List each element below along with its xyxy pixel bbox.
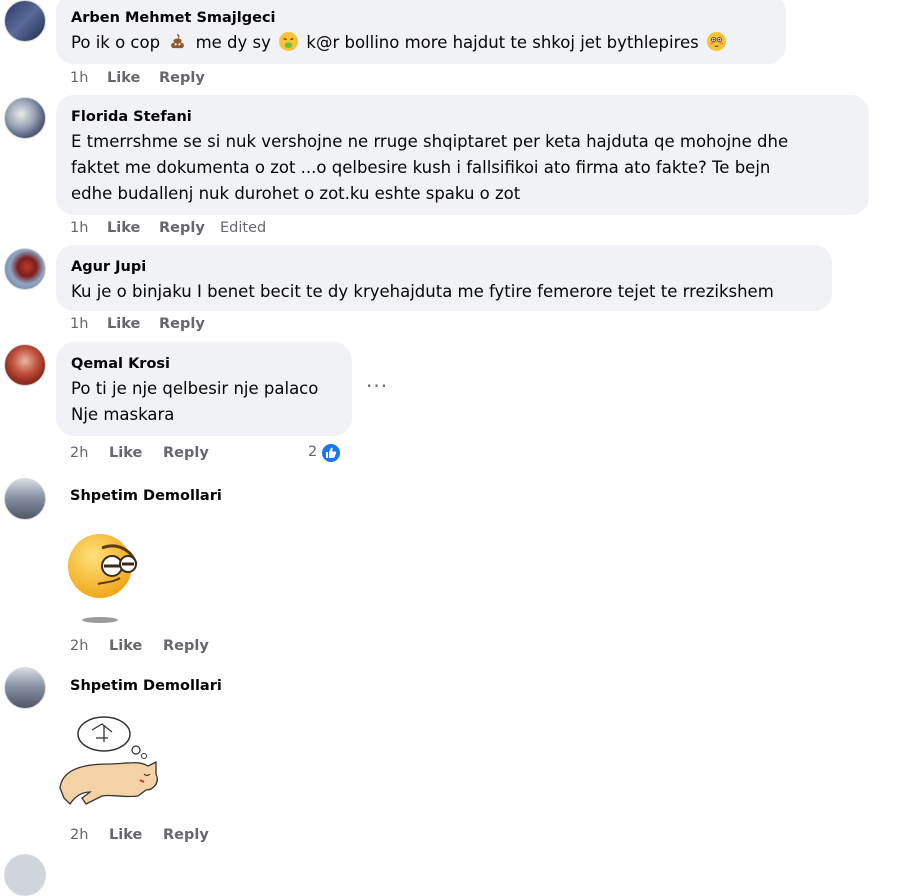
timestamp[interactable]: 1h	[70, 220, 88, 236]
timestamp[interactable]: 2h	[70, 638, 88, 654]
reply-button[interactable]: Reply	[159, 316, 205, 332]
comment-author[interactable]: Shpetim Demollari	[70, 487, 222, 506]
comment-text-line: E tmerrshme se si nuk vershojne ne rruge…	[71, 132, 789, 151]
reply-button[interactable]: Reply	[163, 638, 209, 654]
edited-label[interactable]: Edited	[220, 220, 266, 236]
comment-bubble: Florida Stefani E tmerrshme se si nuk ve…	[56, 95, 869, 215]
comment-text: Po ik o cop me dy sy k@r bollino more ha…	[71, 30, 774, 56]
like-button[interactable]: Like	[109, 827, 142, 843]
thumbs-up-icon	[320, 442, 342, 464]
avatar[interactable]	[4, 854, 46, 896]
like-button[interactable]: Like	[107, 316, 140, 332]
comment-text-line: faktet me dokumenta o zot ...o qelbesire…	[71, 158, 771, 177]
like-button[interactable]: Like	[107, 220, 140, 236]
timestamp[interactable]: 2h	[70, 445, 88, 461]
reply-button[interactable]: Reply	[159, 70, 205, 86]
like-button[interactable]: Like	[107, 70, 140, 86]
comment-text-line: Nje maskara	[71, 405, 175, 424]
avatar[interactable]	[4, 667, 46, 709]
avatar[interactable]	[4, 0, 46, 42]
vomit-face-emoji-icon	[279, 32, 299, 51]
timestamp[interactable]: 1h	[70, 316, 88, 332]
sleeping-dog-sticker[interactable]	[52, 712, 168, 816]
comment-author[interactable]: Qemal Krosi	[71, 355, 340, 374]
comment-author[interactable]: Florida Stefani	[71, 108, 857, 127]
avatar[interactable]	[4, 344, 46, 386]
flushed-face-emoji-icon	[707, 32, 727, 51]
reply-button[interactable]: Reply	[159, 220, 205, 236]
like-button[interactable]: Like	[109, 445, 142, 461]
comment-text-line: Po ti je nje qelbesir nje palaco	[71, 379, 319, 398]
comment-bubble: Arben Mehmet Smajlgeci Po ik o cop me dy…	[56, 0, 786, 64]
comment-bubble: Agur Jupi Ku je o binjaku I benet becit …	[56, 245, 832, 311]
avatar[interactable]	[4, 478, 46, 520]
like-button[interactable]: Like	[109, 638, 142, 654]
reply-button[interactable]: Reply	[163, 827, 209, 843]
comment-author[interactable]: Shpetim Demollari	[70, 677, 222, 696]
avatar[interactable]	[4, 248, 46, 290]
smug-face-sticker[interactable]	[62, 528, 144, 628]
timestamp[interactable]: 2h	[70, 827, 88, 843]
comment-bubble: Qemal Krosi Po ti je nje qelbesir nje pa…	[56, 342, 352, 436]
comment-author[interactable]: Arben Mehmet Smajlgeci	[71, 9, 774, 28]
comment-text-line: edhe budallenj nuk durohet o zot.ku esht…	[71, 184, 521, 203]
avatar[interactable]	[4, 97, 46, 139]
reply-button[interactable]: Reply	[163, 445, 209, 461]
poop-emoji-icon	[168, 32, 187, 51]
reaction-summary[interactable]: 2	[308, 442, 348, 464]
comment-author[interactable]: Agur Jupi	[71, 258, 820, 277]
reaction-count: 2	[308, 444, 318, 460]
more-options-icon[interactable]: ···	[366, 374, 388, 398]
timestamp[interactable]: 1h	[70, 70, 88, 86]
comment-text-line: Ku je o binjaku I benet becit te dy krye…	[71, 282, 774, 301]
